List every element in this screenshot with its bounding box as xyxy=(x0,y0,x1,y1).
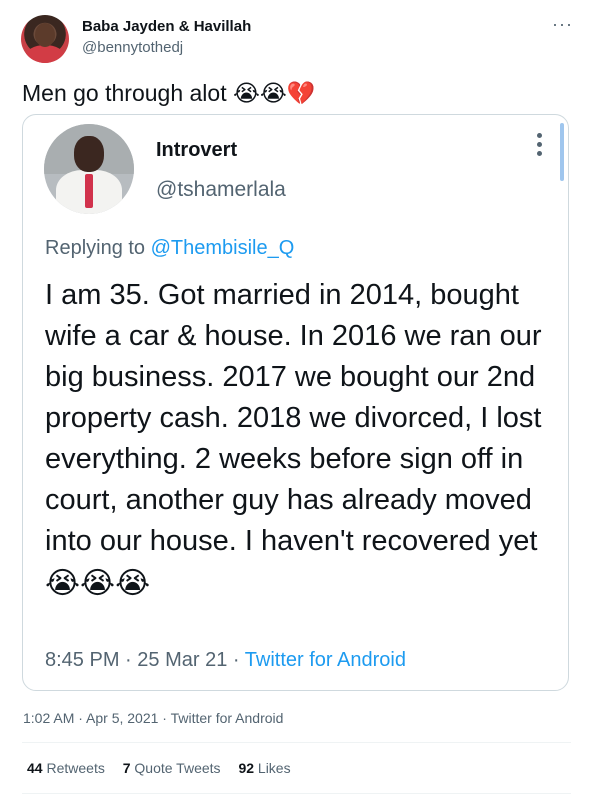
vertical-more-icon[interactable] xyxy=(535,133,543,163)
retweets-stat[interactable]: 44 Retweets xyxy=(27,760,105,776)
meta-separator: · xyxy=(232,649,240,671)
avatar-head xyxy=(74,136,104,172)
mention-link[interactable]: @Thembisile_Q xyxy=(151,237,295,259)
quoted-tweet-card[interactable]: Introvert @tshamerlala Replying to @Them… xyxy=(22,114,569,691)
author-handle[interactable]: @bennytothedj xyxy=(82,39,183,56)
quoted-author-avatar[interactable] xyxy=(44,124,134,214)
more-options-icon[interactable]: ··· xyxy=(552,14,573,35)
quoted-source-link[interactable]: Twitter for Android xyxy=(245,649,406,671)
tweet-text: Men go through alot 😭😭💔 xyxy=(22,80,315,107)
likes-label: Likes xyxy=(257,760,291,776)
replying-to-line: Replying to @Thembisile_Q xyxy=(45,237,294,260)
tweet-text-body: Men go through alot xyxy=(22,80,227,106)
quoted-time[interactable]: 8:45 PM xyxy=(45,649,119,671)
divider xyxy=(22,742,571,743)
quoted-text-body: I am 35. Got married in 2014, bought wif… xyxy=(45,279,542,557)
replying-prefix: Replying to xyxy=(45,237,146,259)
quotes-count: 7 xyxy=(122,760,131,776)
quotes-label: Quote Tweets xyxy=(134,760,221,776)
retweets-count: 44 xyxy=(27,760,43,776)
avatar-face xyxy=(35,23,55,47)
author-avatar[interactable] xyxy=(21,15,69,63)
quoted-meta: 8:45 PM · 25 Mar 21 · Twitter for Androi… xyxy=(45,649,406,672)
tweet-detail: Baba Jayden & Havillah @bennytothedj ···… xyxy=(0,0,593,800)
avatar-tie xyxy=(85,174,93,208)
quoted-handle[interactable]: @tshamerlala xyxy=(156,178,286,202)
quote-tweets-stat[interactable]: 7 Quote Tweets xyxy=(123,760,221,776)
meta-separator: · xyxy=(125,649,132,671)
quoted-tweet-text: I am 35. Got married in 2014, bought wif… xyxy=(45,275,555,606)
tweet-timestamp[interactable]: 1:02 AM · Apr 5, 2021 · Twitter for Andr… xyxy=(23,710,283,726)
retweets-label: Retweets xyxy=(46,760,105,776)
scrollbar-thumb[interactable] xyxy=(560,123,564,181)
likes-stat[interactable]: 92 Likes xyxy=(238,760,290,776)
quoted-display-name[interactable]: Introvert xyxy=(156,139,237,162)
divider xyxy=(22,793,571,794)
likes-count: 92 xyxy=(238,760,255,776)
quoted-emojis: 😭😭😭 xyxy=(45,566,151,601)
author-display-name[interactable]: Baba Jayden & Havillah xyxy=(82,18,251,35)
avatar-shirt xyxy=(25,45,65,63)
engagement-stats: 44 Retweets 7 Quote Tweets 92 Likes xyxy=(27,760,305,776)
tweet-emojis: 😭😭💔 xyxy=(232,81,316,107)
quoted-date[interactable]: 25 Mar 21 xyxy=(137,649,227,671)
